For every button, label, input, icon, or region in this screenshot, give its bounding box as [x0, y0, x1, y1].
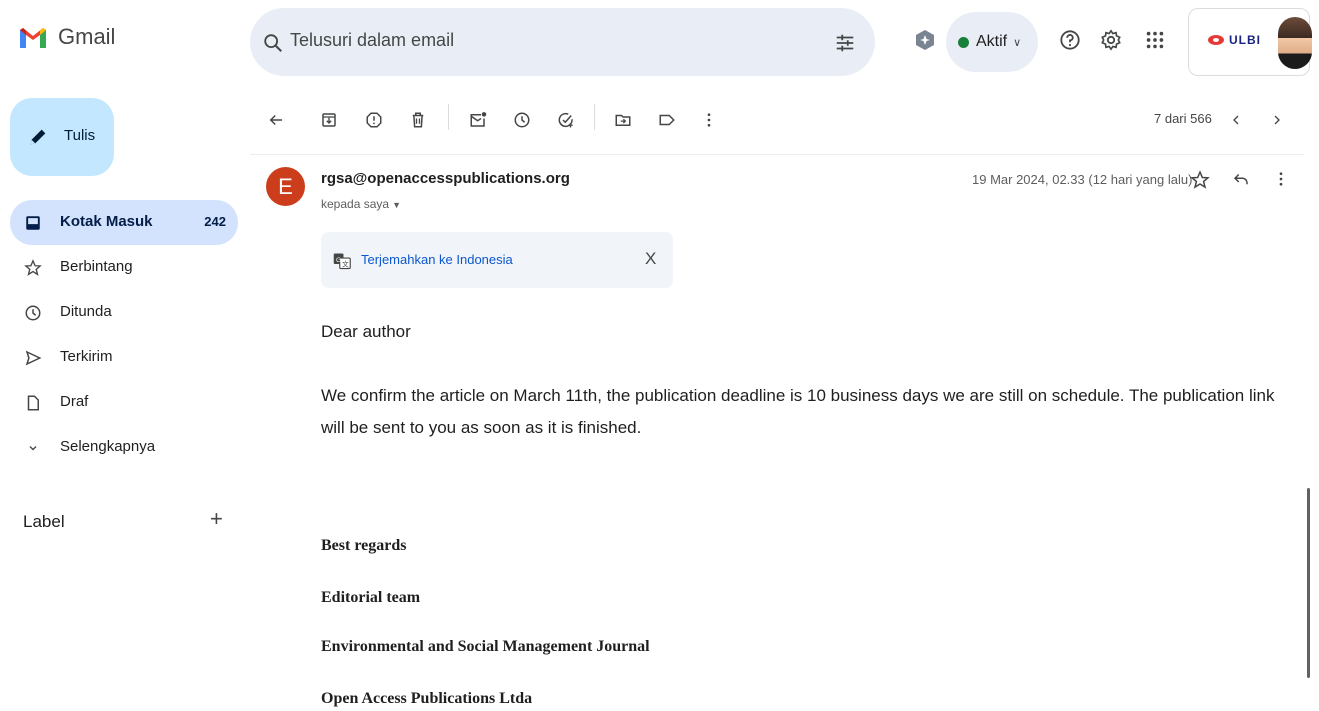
search-icon[interactable] — [262, 32, 284, 54]
add-label-button[interactable]: + — [210, 508, 223, 530]
prev-page-icon[interactable] — [1228, 111, 1244, 129]
page-count: 7 dari 566 — [1154, 111, 1212, 126]
sender-email[interactable]: rgsa@openaccesspublications.org — [321, 170, 570, 187]
svg-text:文: 文 — [342, 259, 349, 268]
ulbi-logo-icon — [1208, 35, 1224, 45]
inbox-icon — [26, 216, 40, 230]
status-selector[interactable]: Aktif ∨ — [946, 12, 1038, 72]
sidebar-item-label: Selengkapnya — [60, 438, 156, 455]
scrollbar[interactable] — [1307, 488, 1310, 678]
avatar[interactable] — [1278, 17, 1312, 69]
signature-line: Editorial team — [321, 589, 421, 606]
recipient-details[interactable]: kepada saya ▼ — [321, 197, 401, 211]
sidebar-item-inbox[interactable]: Kotak Masuk 242 — [10, 200, 238, 245]
sidebar-item-drafts[interactable]: Draf — [10, 380, 238, 425]
sidebar-item-label: Ditunda — [60, 303, 112, 320]
sidebar-item-label: Draf — [60, 393, 89, 410]
clock-icon — [25, 305, 41, 321]
apps-grid-icon[interactable] — [1144, 29, 1166, 51]
translate-link[interactable]: Terjemahkan ke Indonesia — [361, 252, 513, 267]
message-toolbar: 7 dari 566 — [250, 100, 1304, 140]
svg-text:G: G — [336, 257, 341, 264]
app-name: Gmail — [58, 24, 116, 49]
message-date: 19 Mar 2024, 02.33 (12 hari yang lalu) — [972, 172, 1193, 187]
search-options-icon[interactable] — [834, 32, 856, 54]
status-dot-icon — [958, 36, 969, 48]
unread-count: 242 — [204, 214, 226, 229]
pencil-icon — [30, 129, 46, 145]
sidebar-item-starred[interactable]: Berbintang — [10, 245, 238, 290]
signature-line: Open Access Publications Ltda — [321, 690, 533, 707]
sidebar-item-label: Berbintang — [60, 258, 133, 275]
snooze-icon[interactable] — [513, 111, 531, 129]
sidebar-nav: Kotak Masuk 242 Berbintang Ditunda Terki… — [10, 200, 238, 470]
labels-heading: Label — [23, 512, 65, 531]
sender-avatar[interactable]: E — [266, 167, 305, 206]
toolbar-divider — [594, 104, 595, 130]
settings-icon[interactable] — [1100, 29, 1122, 51]
reply-icon[interactable] — [1232, 170, 1250, 188]
translate-icon: G 文 — [333, 253, 351, 270]
more-vert-icon[interactable] — [1272, 170, 1290, 188]
add-task-icon[interactable] — [557, 111, 575, 129]
star-icon — [24, 259, 42, 276]
toolbar-divider — [448, 104, 449, 130]
sidebar-item-label: Terkirim — [60, 348, 113, 365]
caret-down-icon: ▼ — [392, 200, 401, 210]
translate-close-button[interactable]: X — [645, 249, 656, 269]
chevron-down-icon — [29, 446, 37, 451]
help-icon[interactable] — [1059, 29, 1081, 51]
archive-icon[interactable] — [320, 111, 338, 129]
org-logo-text: ULBI — [1229, 33, 1261, 47]
sidebar-item-label: Kotak Masuk — [60, 213, 153, 230]
star-icon[interactable] — [1190, 170, 1210, 190]
recipient-label: kepada saya — [321, 197, 390, 211]
signature-line: Environmental and Social Management Jour… — [321, 638, 650, 655]
message-greeting: Dear author — [321, 322, 411, 341]
status-label: Aktif — [976, 33, 1008, 50]
report-spam-icon[interactable] — [365, 111, 383, 129]
gmail-logo[interactable]: Gmail — [18, 24, 115, 50]
sidebar-item-snoozed[interactable]: Ditunda — [10, 290, 238, 335]
message-paragraph: We confirm the article on March 11th, th… — [321, 386, 1275, 437]
sidebar-item-more[interactable]: Selengkapnya — [10, 425, 238, 470]
account-switcher[interactable]: ULBI — [1188, 8, 1312, 76]
org-logo: ULBI — [1207, 33, 1261, 47]
draft-icon — [27, 395, 39, 411]
gmail-m-icon — [20, 28, 46, 48]
send-icon — [25, 350, 42, 366]
toolbar-divider-line — [250, 154, 1304, 155]
gemini-icon[interactable] — [915, 29, 935, 51]
translate-banner: G 文 Terjemahkan ke Indonesia X — [321, 232, 673, 288]
label-icon[interactable] — [658, 111, 676, 129]
move-to-icon[interactable] — [614, 111, 632, 129]
delete-icon[interactable] — [409, 111, 427, 129]
compose-button[interactable]: Tulis — [10, 98, 114, 176]
more-vert-icon[interactable] — [700, 111, 718, 129]
next-page-icon[interactable] — [1269, 111, 1285, 129]
mark-unread-icon[interactable] — [469, 111, 487, 129]
back-arrow-icon[interactable] — [267, 111, 285, 129]
search-input[interactable] — [290, 30, 810, 51]
signature-line: Best regards — [321, 537, 407, 554]
chevron-down-icon: ∨ — [1013, 36, 1022, 49]
compose-label: Tulis — [64, 127, 96, 144]
sidebar-item-sent[interactable]: Terkirim — [10, 335, 238, 380]
search-bar[interactable] — [250, 8, 875, 76]
